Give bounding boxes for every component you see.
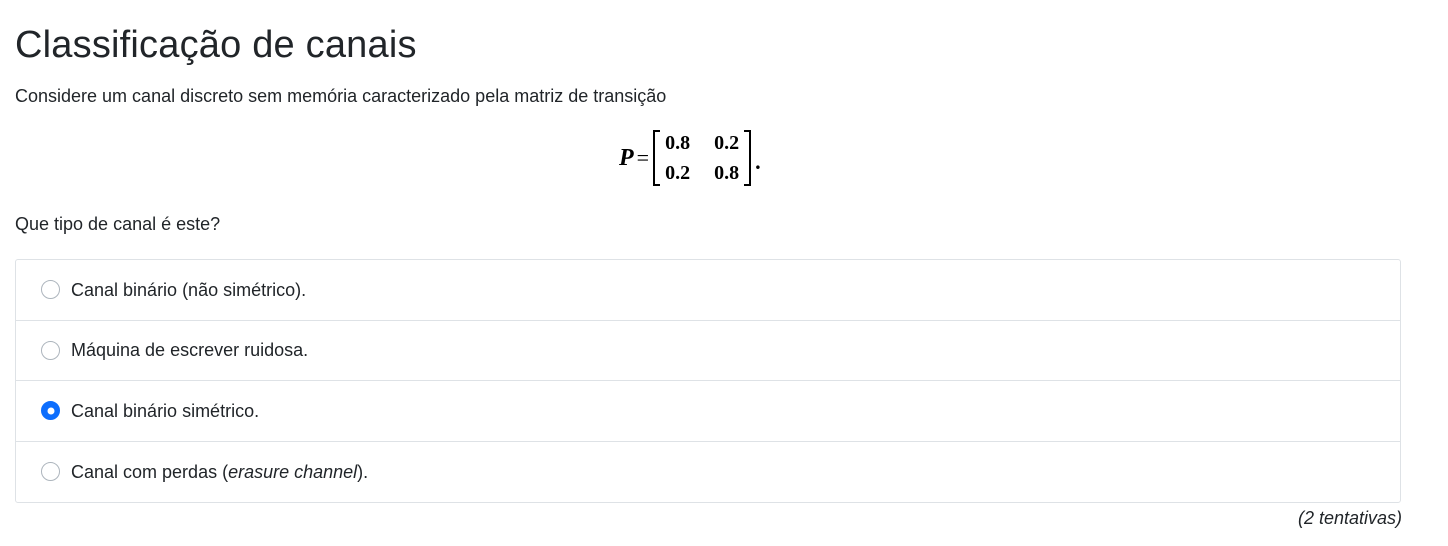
option-label: Canal binário (não simétrico). [71,279,307,300]
answer-options: Canal binário (não simétrico). Máquina d… [15,259,1401,503]
option-label-text: Canal com perdas ( [71,461,229,482]
matrix-cell: 0.8 [665,132,691,154]
equation-period: . [755,149,761,174]
option-label: Canal binário simétrico. [71,400,260,421]
option-label: Máquina de escrever ruidosa. [71,340,309,361]
problem-statement: Considere um canal discreto sem memória … [15,86,667,106]
page-title: Classificação de canais [15,24,417,66]
left-bracket [653,130,661,186]
option-noisy-typewriter[interactable]: Máquina de escrever ruidosa. [16,321,1400,381]
option-erasure-channel[interactable]: Canal com perdas (erasure channel). [16,442,1400,503]
radio-button[interactable] [41,280,60,300]
transition-matrix-equation: P = 0.8 0.2 0.2 0.8 . [619,127,761,189]
radio-button[interactable] [41,340,60,360]
matrix-cell: 0.8 [714,162,740,184]
option-binary-symmetric[interactable]: Canal binário simétrico. [16,381,1400,442]
matrix-cells: 0.8 0.2 0.2 0.8 [660,131,744,185]
right-bracket [744,130,752,186]
attempts-counter: (2 tentativas) [1297,508,1402,528]
option-label-text: ). [357,461,369,482]
matrix-cell: 0.2 [665,162,691,184]
option-label: Canal com perdas (erasure channel). [71,460,368,484]
matrix-cell: 0.2 [714,132,740,154]
matrix-variable: P [619,144,634,171]
equals-sign: = [636,145,650,170]
option-label-emphasis: erasure channel [228,461,358,482]
transition-matrix: 0.8 0.2 0.2 0.8 [653,129,752,187]
question-text: Que tipo de canal é este? [15,214,221,234]
option-binary-non-symmetric[interactable]: Canal binário (não simétrico). [16,260,1400,321]
radio-button[interactable] [41,462,60,482]
radio-button[interactable] [41,401,60,421]
